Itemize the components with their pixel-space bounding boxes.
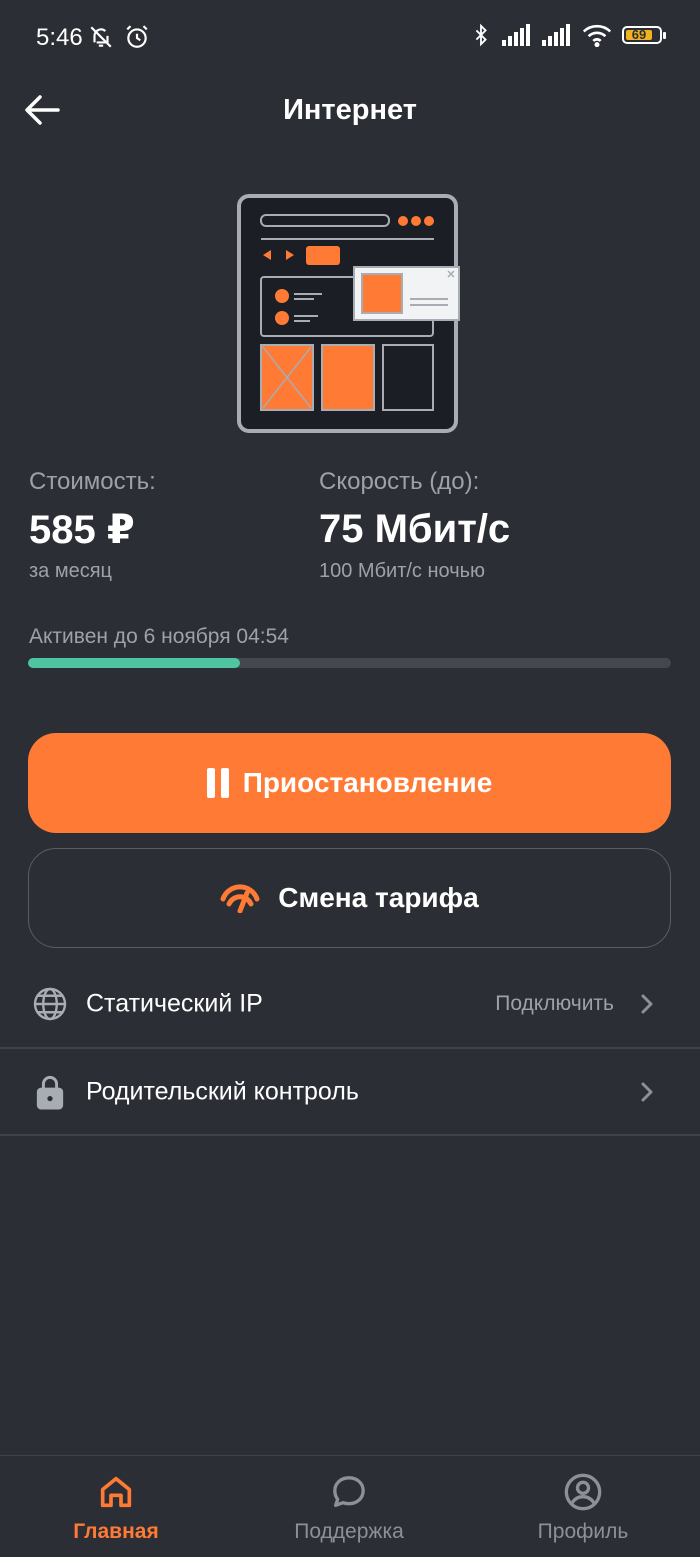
active-progress-bar xyxy=(28,658,671,668)
wifi-icon xyxy=(582,24,612,47)
change-tariff-button[interactable]: Смена тарифа xyxy=(28,848,671,948)
browser-window-illustration xyxy=(237,194,460,433)
change-tariff-label: Смена тарифа xyxy=(278,882,479,913)
speed-value: 75 Мбит/с xyxy=(319,507,511,551)
bottom-navigation: Главная Поддержка Профиль xyxy=(0,1455,700,1557)
static-ip-connect-link[interactable]: Подключить xyxy=(495,992,614,1016)
bluetooth-icon xyxy=(475,23,487,47)
cost-value: 585 ₽ xyxy=(29,508,135,552)
status-icons-right: 69 xyxy=(470,22,666,48)
pause-icon xyxy=(206,768,229,798)
muted-bell-icon xyxy=(90,26,112,48)
speedometer-icon xyxy=(220,884,260,913)
active-progress-fill xyxy=(28,658,241,668)
nav-profile-label: Профиль xyxy=(537,1520,629,1543)
nav-home[interactable]: Главная xyxy=(16,1456,216,1556)
signal-icon xyxy=(502,24,530,46)
cost-note: за месяц xyxy=(29,560,113,582)
home-icon xyxy=(100,1476,132,1508)
chevron-right-icon xyxy=(641,1082,653,1102)
nav-home-label: Главная xyxy=(73,1520,159,1543)
divider xyxy=(0,1134,700,1136)
battery-level: 69 xyxy=(631,27,647,42)
speed-label: Скорость (до): xyxy=(319,468,480,495)
pause-button[interactable]: Приостановление xyxy=(28,733,671,833)
signal-icon xyxy=(542,24,570,46)
status-icons-left xyxy=(88,24,150,50)
profile-icon xyxy=(564,1473,602,1511)
nav-profile[interactable]: Профиль xyxy=(483,1456,683,1556)
static-ip-row[interactable]: Статический IP Подключить xyxy=(0,960,700,1048)
parental-control-label: Родительский контроль xyxy=(86,1077,359,1106)
active-until-text: Активен до 6 ноября 04:54 xyxy=(29,625,289,648)
lock-icon xyxy=(36,1075,64,1110)
nav-support-label: Поддержка xyxy=(294,1520,404,1543)
chevron-right-icon xyxy=(641,994,653,1014)
battery-icon: 69 xyxy=(622,26,666,44)
speed-note: 100 Мбит/с ночью xyxy=(319,560,486,582)
cost-label: Стоимость: xyxy=(29,468,156,495)
static-ip-label: Статический IP xyxy=(86,989,263,1018)
alarm-icon xyxy=(126,25,148,48)
nav-support[interactable]: Поддержка xyxy=(249,1456,449,1556)
status-time: 5:46 xyxy=(36,24,83,51)
page-title: Интернет xyxy=(283,94,417,126)
chat-bubble-icon xyxy=(333,1476,365,1507)
globe-icon xyxy=(33,987,67,1021)
pause-button-label: Приостановление xyxy=(242,767,493,798)
parental-control-row[interactable]: Родительский контроль xyxy=(0,1048,700,1136)
